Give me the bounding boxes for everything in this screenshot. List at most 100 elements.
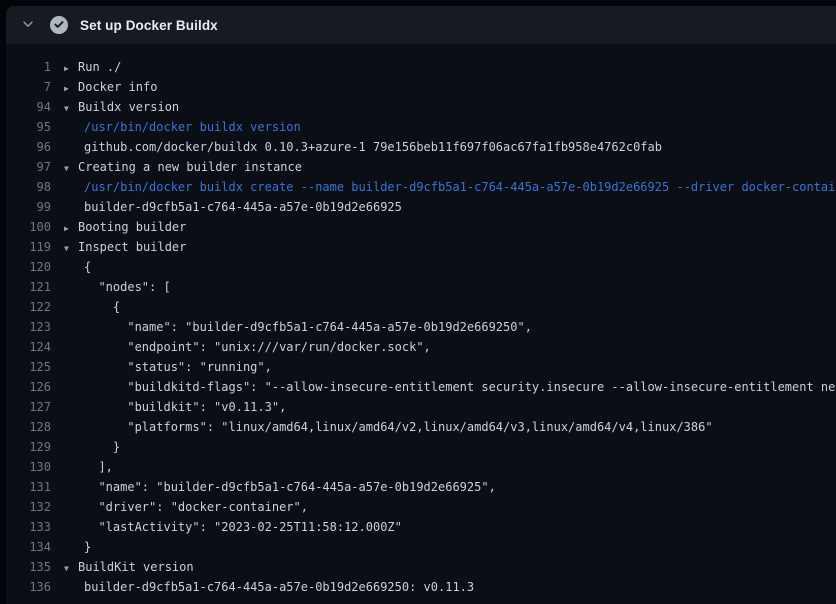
triangle-down-icon: ▼ [64, 159, 75, 179]
line-number[interactable]: 94 [6, 97, 51, 117]
log-group-toggle[interactable]: ▼Buildx version [64, 97, 179, 119]
line-number[interactable]: 135 [6, 557, 51, 577]
log-line: 134 } [6, 537, 836, 557]
log-line: 130 ], [6, 457, 836, 477]
line-number[interactable]: 125 [6, 357, 51, 377]
line-number[interactable]: 132 [6, 497, 51, 517]
log-text: "driver": "docker-container", [84, 497, 308, 517]
collapse-step-button[interactable] [15, 12, 41, 38]
log-group-toggle[interactable]: ▼BuildKit version [64, 557, 194, 579]
log-line: 124 "endpoint": "unix:///var/run/docker.… [6, 337, 836, 357]
log-text: builder-d9cfb5a1-c764-445a-a57e-0b19d2e6… [84, 577, 474, 597]
log-command-text: /usr/bin/docker buildx version [84, 117, 301, 137]
log-group-title: BuildKit version [78, 557, 194, 577]
line-number[interactable]: 95 [6, 117, 51, 137]
log-line: 127 "buildkit": "v0.11.3", [6, 397, 836, 417]
line-number[interactable]: 131 [6, 477, 51, 497]
log-viewer: 1 ▶Run ./ 7 ▶Docker info 94 ▼Buildx vers… [6, 44, 836, 597]
chevron-down-icon [21, 17, 35, 34]
log-group-title: Creating a new builder instance [78, 157, 302, 177]
log-group-title: Booting builder [78, 217, 186, 237]
log-text: ], [84, 457, 113, 477]
log-group-toggle[interactable]: ▼Inspect builder [64, 237, 186, 259]
log-line: 96 github.com/docker/buildx 0.10.3+azure… [6, 137, 836, 157]
log-group-title: Inspect builder [78, 237, 186, 257]
log-text: { [84, 257, 91, 277]
log-line: 136 builder-d9cfb5a1-c764-445a-a57e-0b19… [6, 577, 836, 597]
log-text: "buildkitd-flags": "--allow-insecure-ent… [84, 377, 836, 397]
line-number[interactable]: 129 [6, 437, 51, 457]
log-text: builder-d9cfb5a1-c764-445a-a57e-0b19d2e6… [84, 197, 402, 217]
triangle-right-icon: ▶ [64, 59, 75, 79]
step-log-card: Set up Docker Buildx 1 ▶Run ./ 7 ▶Docker… [6, 6, 836, 604]
log-line: 126 "buildkitd-flags": "--allow-insecure… [6, 377, 836, 397]
log-text: github.com/docker/buildx 0.10.3+azure-1 … [84, 137, 662, 157]
log-text: } [84, 537, 91, 557]
line-number[interactable]: 123 [6, 317, 51, 337]
step-title: Set up Docker Buildx [80, 18, 218, 33]
triangle-right-icon: ▶ [64, 79, 75, 99]
log-line: 122 { [6, 297, 836, 317]
log-line: 121 "nodes": [ [6, 277, 836, 297]
line-number[interactable]: 7 [6, 77, 51, 97]
log-line: 94 ▼Buildx version [6, 97, 836, 117]
line-number[interactable]: 119 [6, 237, 51, 257]
log-text: } [84, 437, 120, 457]
log-group-toggle[interactable]: ▶Docker info [64, 77, 157, 99]
line-number[interactable]: 134 [6, 537, 51, 557]
line-number[interactable]: 100 [6, 217, 51, 237]
triangle-down-icon: ▼ [64, 99, 75, 119]
log-text: "lastActivity": "2023-02-25T11:58:12.000… [84, 517, 402, 537]
log-group-toggle[interactable]: ▼Creating a new builder instance [64, 157, 302, 179]
line-number[interactable]: 120 [6, 257, 51, 277]
log-text: "name": "builder-d9cfb5a1-c764-445a-a57e… [84, 477, 496, 497]
line-number[interactable]: 122 [6, 297, 51, 317]
log-line: 120 { [6, 257, 836, 277]
log-line: 95 /usr/bin/docker buildx version [6, 117, 836, 137]
log-group-title: Buildx version [78, 97, 179, 117]
check-circle-icon [50, 16, 68, 34]
line-number[interactable]: 133 [6, 517, 51, 537]
log-group-title: Docker info [78, 77, 157, 97]
line-number[interactable]: 124 [6, 337, 51, 357]
line-number[interactable]: 136 [6, 577, 51, 597]
log-line: 7 ▶Docker info [6, 77, 836, 97]
line-number[interactable]: 99 [6, 197, 51, 217]
log-command-text: /usr/bin/docker buildx create --name bui… [84, 177, 836, 197]
log-text: "status": "running", [84, 357, 272, 377]
line-number[interactable]: 127 [6, 397, 51, 417]
log-text: "buildkit": "v0.11.3", [84, 397, 286, 417]
line-number[interactable]: 98 [6, 177, 51, 197]
log-text: "nodes": [ [84, 277, 171, 297]
log-text: "name": "builder-d9cfb5a1-c764-445a-a57e… [84, 317, 532, 337]
line-number[interactable]: 128 [6, 417, 51, 437]
log-text: "endpoint": "unix:///var/run/docker.sock… [84, 337, 431, 357]
log-line: 128 "platforms": "linux/amd64,linux/amd6… [6, 417, 836, 437]
line-number[interactable]: 1 [6, 57, 51, 77]
triangle-down-icon: ▼ [64, 239, 75, 259]
log-line: 131 "name": "builder-d9cfb5a1-c764-445a-… [6, 477, 836, 497]
log-line: 125 "status": "running", [6, 357, 836, 377]
triangle-right-icon: ▶ [64, 219, 75, 239]
line-number[interactable]: 130 [6, 457, 51, 477]
line-number[interactable]: 126 [6, 377, 51, 397]
log-group-toggle[interactable]: ▶Booting builder [64, 217, 186, 239]
log-group-toggle[interactable]: ▶Run ./ [64, 57, 121, 79]
log-line: 129 } [6, 437, 836, 457]
line-number[interactable]: 96 [6, 137, 51, 157]
line-number[interactable]: 97 [6, 157, 51, 177]
log-text: "platforms": "linux/amd64,linux/amd64/v2… [84, 417, 713, 437]
triangle-down-icon: ▼ [64, 559, 75, 579]
step-header[interactable]: Set up Docker Buildx [6, 6, 836, 44]
log-text: { [84, 297, 120, 317]
log-line: 100 ▶Booting builder [6, 217, 836, 237]
log-line: 97 ▼Creating a new builder instance [6, 157, 836, 177]
log-line: 133 "lastActivity": "2023-02-25T11:58:12… [6, 517, 836, 537]
log-line: 123 "name": "builder-d9cfb5a1-c764-445a-… [6, 317, 836, 337]
log-line: 132 "driver": "docker-container", [6, 497, 836, 517]
log-line: 98 /usr/bin/docker buildx create --name … [6, 177, 836, 197]
log-line: 99 builder-d9cfb5a1-c764-445a-a57e-0b19d… [6, 197, 836, 217]
log-line: 119 ▼Inspect builder [6, 237, 836, 257]
line-number[interactable]: 121 [6, 277, 51, 297]
log-line: 135 ▼BuildKit version [6, 557, 836, 577]
